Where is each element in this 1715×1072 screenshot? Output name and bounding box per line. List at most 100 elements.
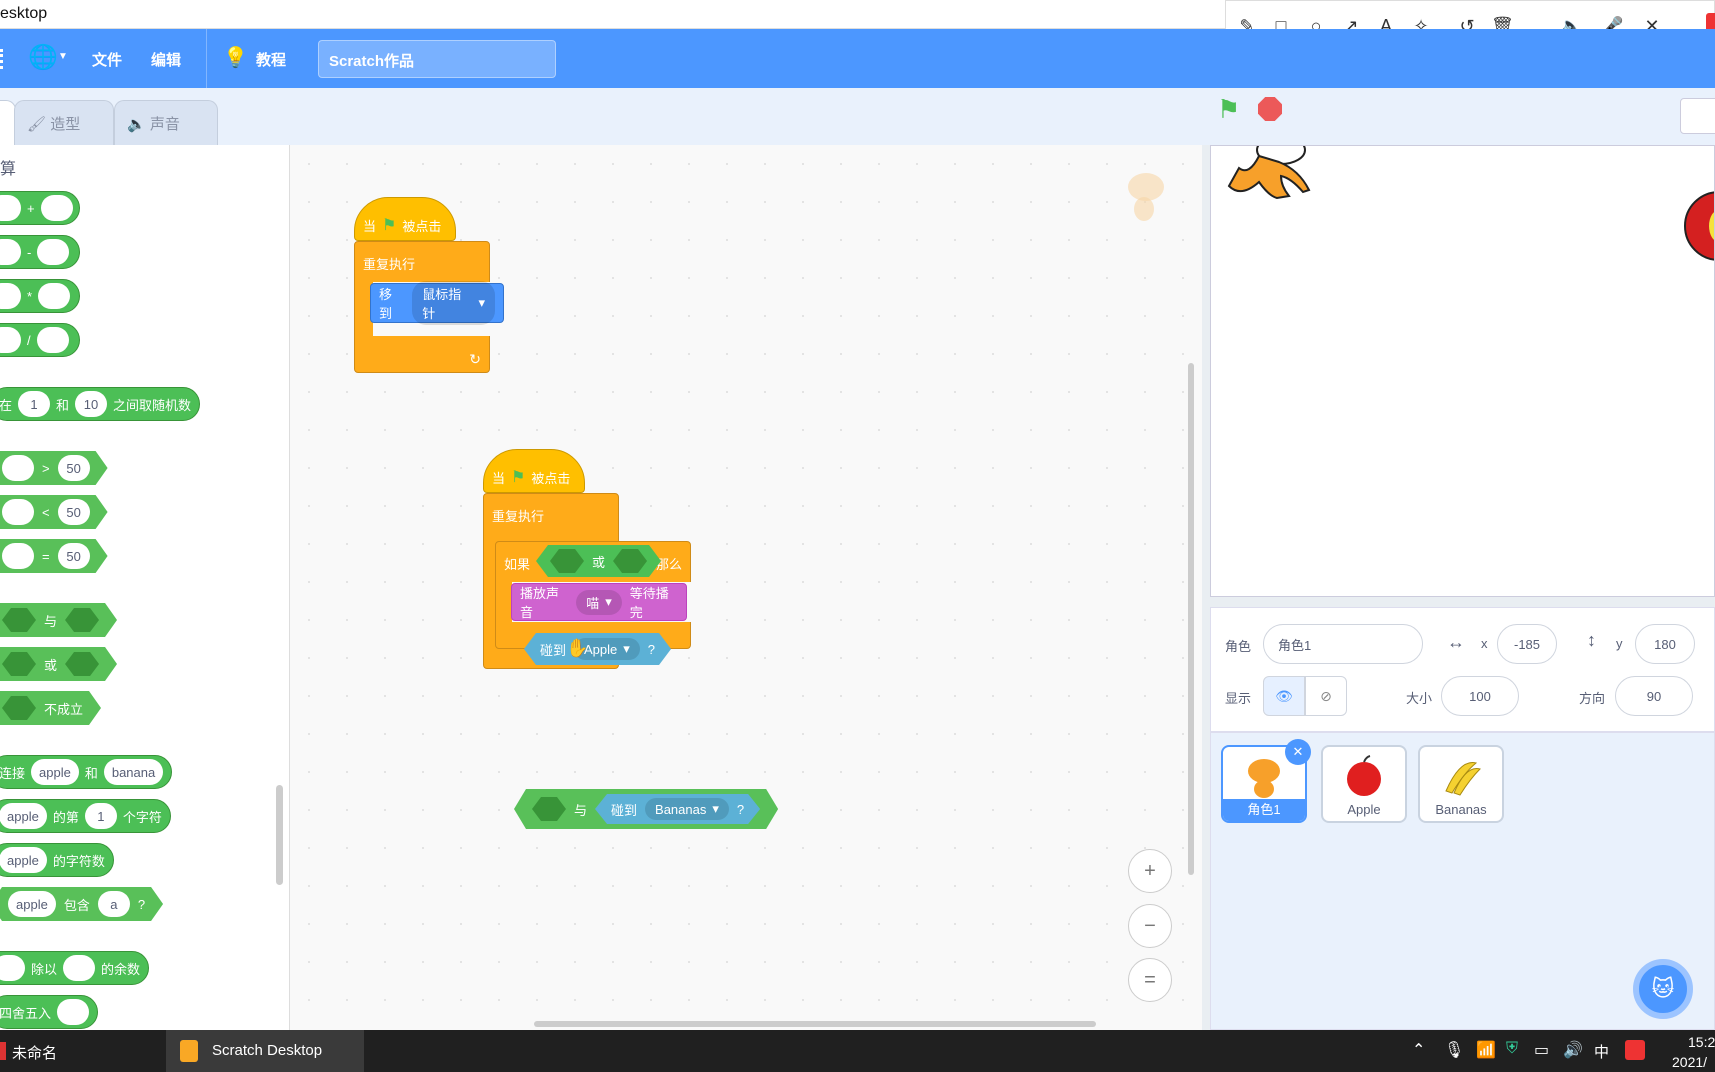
project-title-input[interactable]: Scratch作品 (318, 40, 556, 78)
show-label: 显示 (1225, 691, 1252, 706)
and-touching-bananas-block[interactable]: 与 碰到 Bananas ▾ ? (514, 789, 778, 829)
palette-scrollbar[interactable] (276, 785, 283, 885)
taskbar-app-unnamed[interactable]: 未命名 (12, 1042, 57, 1063)
y-input[interactable]: 180 (1635, 624, 1695, 664)
touching-bananas-dropdown[interactable]: Bananas ▾ (645, 798, 729, 820)
greater-than-block[interactable]: >50 (0, 451, 108, 485)
or-condition-block[interactable]: 或 (536, 545, 661, 577)
contains-a[interactable]: apple (8, 891, 56, 917)
join-a[interactable]: apple (31, 759, 79, 785)
stage-canvas[interactable] (1210, 145, 1715, 597)
when-flag-clicked-hat[interactable]: 当 ⚑ 被点击 (354, 197, 456, 241)
size-input[interactable]: 100 (1441, 676, 1519, 716)
divide-block[interactable]: / (0, 323, 80, 357)
join-b[interactable]: banana (103, 759, 164, 785)
zoom-out-button[interactable]: − (1128, 904, 1172, 948)
apple-thumbnail-icon (1347, 755, 1381, 796)
not-block[interactable]: 不成立 (0, 691, 101, 725)
join-mid: 和 (84, 765, 98, 781)
sprite-label: 角色 (1225, 639, 1252, 654)
length-a[interactable]: apple (0, 847, 47, 873)
touching-bananas-block[interactable]: 碰到 Bananas ▾ ? (595, 794, 760, 824)
vertical-scrollbar[interactable] (1188, 363, 1194, 875)
sogou-icon[interactable] (1625, 1040, 1645, 1060)
script-workspace[interactable]: 当 ⚑ 被点击 重复执行 ↻ 移到 鼠标指针 ▾ 当 ⚑ 被点击 重复执行 如果 那么 或… (290, 145, 1202, 1030)
clock-date[interactable]: 2021/ (1672, 1054, 1707, 1070)
horizontal-scrollbar[interactable] (534, 1021, 1096, 1027)
zoom-reset-icon: = (1144, 968, 1156, 991)
join-block[interactable]: 连接 apple 和 banana (0, 755, 173, 789)
touching-bananas-value: Bananas (655, 801, 707, 817)
forever-label-2: 重复执行 (492, 509, 545, 524)
ime-indicator[interactable]: 中 (1594, 1041, 1609, 1062)
wifi-icon[interactable]: 📶 (1476, 1040, 1496, 1060)
lt-value[interactable]: 50 (58, 499, 90, 525)
x-input[interactable]: -185 (1497, 624, 1557, 664)
tab-sounds[interactable]: 🔈 声音 (114, 100, 218, 146)
volume-icon[interactable]: 🔊 (1563, 1040, 1583, 1060)
lightbulb-icon[interactable]: 💡 (223, 45, 248, 70)
sprite-thumb-bananas[interactable]: Bananas (1418, 745, 1504, 823)
speaker-icon: 🔈 (127, 116, 146, 133)
menu-bar: 🌐 ▼ 文件 编辑 💡 教程 Scratch作品 (0, 29, 1715, 88)
zoom-reset-button[interactable]: = (1128, 958, 1172, 1002)
show-hidden-button[interactable]: ⊘ (1305, 676, 1347, 716)
scratch-logo[interactable] (0, 49, 6, 69)
touching-q: ? (647, 641, 656, 657)
green-flag-button[interactable]: ⚑ (1217, 94, 1240, 125)
random-block[interactable]: 在 1 和 10 之间取随机数 (0, 387, 201, 421)
round-block[interactable]: 四舍五入 (0, 995, 99, 1029)
taskbar-app-scratch[interactable]: Scratch Desktop (166, 1030, 364, 1072)
sound-dropdown[interactable]: 喵 ▾ (576, 589, 622, 615)
subtract-block[interactable]: - (0, 235, 80, 269)
sub-op: - (27, 244, 32, 260)
clock-time[interactable]: 15:2 (1688, 1034, 1715, 1050)
gt-value[interactable]: 50 (58, 455, 90, 481)
letter-n[interactable]: 1 (84, 803, 117, 829)
stop-button[interactable] (1258, 97, 1282, 121)
file-menu[interactable]: 文件 (92, 49, 122, 70)
shield-icon[interactable]: ⛨ (1506, 1040, 1518, 1058)
editor-tabs: 🖌 造型 🔈 声音 (0, 88, 1205, 146)
letter-a[interactable]: apple (0, 803, 47, 829)
when-flag-clicked-hat-2[interactable]: 当 ⚑ 被点击 (483, 449, 585, 493)
letter-of-block[interactable]: apple 的第 1 个字符 (0, 799, 171, 833)
horizontal-arrows-icon: ↔ (1447, 632, 1465, 652)
and-label: 与 (44, 613, 58, 629)
sprite-thumb-apple[interactable]: Apple (1321, 745, 1407, 823)
sprite-thumb-cat[interactable]: 角色1 ✕ (1221, 739, 1311, 823)
chevron-up-icon[interactable]: ⌃ (1412, 1040, 1425, 1060)
zoom-in-button[interactable]: + (1128, 849, 1172, 893)
contains-block[interactable]: apple 包含 a? (0, 887, 163, 921)
globe-icon[interactable]: 🌐 (28, 43, 58, 72)
touching-apple-block[interactable]: 碰到 Apple ▾ ? (524, 633, 671, 665)
delete-sprite-icon[interactable]: ✕ (1285, 739, 1311, 765)
eq-value[interactable]: 50 (58, 543, 90, 569)
less-than-block[interactable]: <50 (0, 495, 108, 529)
goto-target-dropdown[interactable]: 鼠标指针 ▾ (412, 281, 495, 325)
stage-layout-button[interactable] (1680, 98, 1715, 134)
random-a[interactable]: 1 (18, 391, 51, 417)
size-label: 大小 (1406, 691, 1433, 706)
add-sprite-button[interactable]: 🐱 (1633, 959, 1693, 1019)
edit-menu[interactable]: 编辑 (151, 49, 181, 70)
equals-block[interactable]: = 50 (0, 539, 108, 573)
show-visible-button[interactable]: 👁 (1263, 676, 1305, 716)
play-sound-until-done-block[interactable]: 播放声音 喵 ▾ 等待播完 (511, 583, 687, 621)
tutorials-menu[interactable]: 教程 (256, 49, 286, 70)
multiply-block[interactable]: * (0, 279, 80, 313)
mod-block[interactable]: 除以 的余数 (0, 951, 150, 985)
random-b[interactable]: 10 (75, 391, 108, 417)
add-block[interactable]: + (0, 191, 80, 225)
tab-costumes[interactable]: 🖌 造型 (14, 100, 114, 146)
or-block[interactable]: 或 (0, 647, 117, 681)
sprite-name-input[interactable]: 角色1 (1263, 624, 1423, 664)
goto-block[interactable]: 移到 鼠标指针 ▾ (370, 281, 504, 325)
touching-label: 碰到 (540, 642, 567, 658)
direction-input[interactable]: 90 (1615, 676, 1693, 716)
contains-b[interactable]: a (98, 891, 130, 917)
microphone-icon[interactable]: 🎙 (1444, 1040, 1464, 1060)
and-block[interactable]: 与 (0, 603, 117, 637)
battery-icon[interactable]: ▭ (1534, 1040, 1549, 1060)
length-block[interactable]: apple 的字符数 (0, 843, 114, 877)
